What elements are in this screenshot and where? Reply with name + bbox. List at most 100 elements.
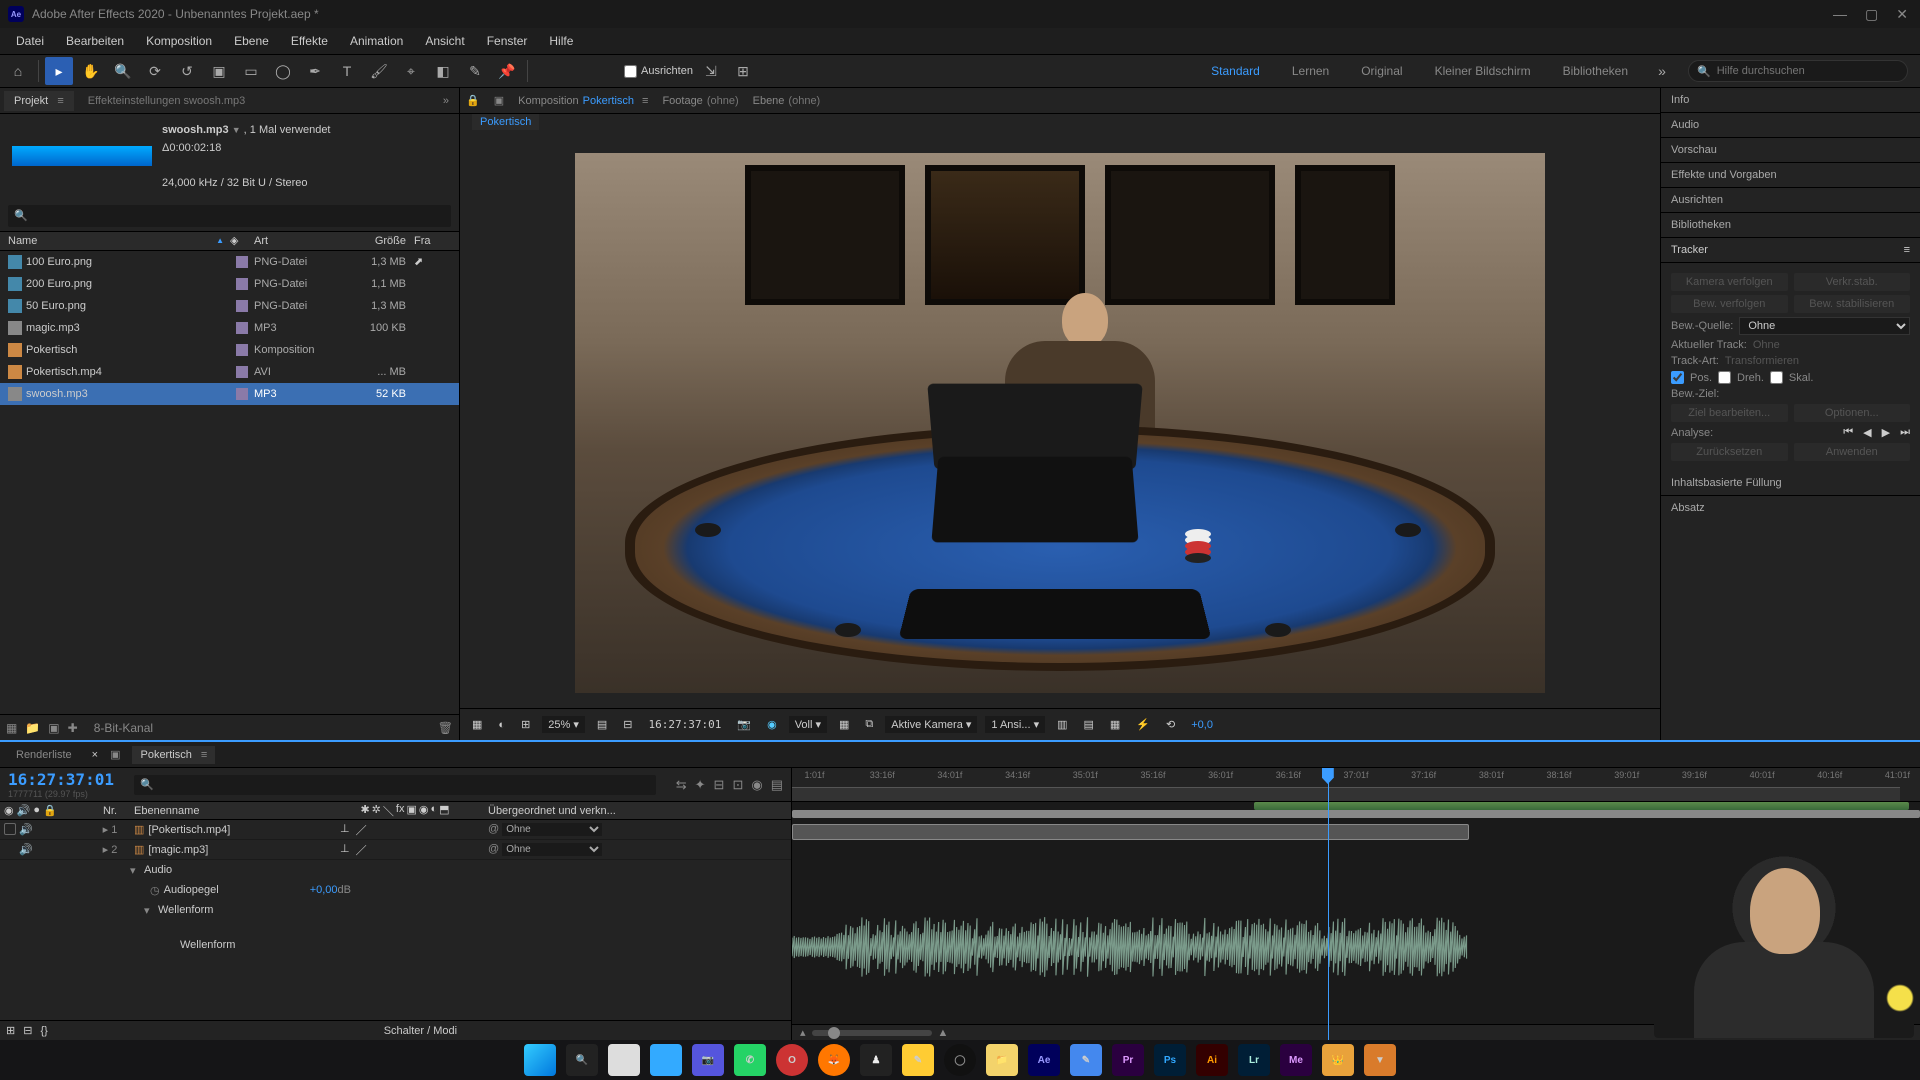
close-button[interactable]: ✕	[1896, 6, 1908, 23]
toggle-switches-icon[interactable]: ⊞	[6, 1024, 15, 1037]
frame-blend-icon[interactable]: ⊡	[732, 777, 743, 793]
audio-level-label[interactable]: Audiopegel	[164, 884, 219, 896]
twirl-icon[interactable]: ▸	[103, 824, 109, 836]
taskbar-app[interactable]: ♟	[860, 1044, 892, 1076]
zoom-tool[interactable]: 🔍	[109, 57, 137, 85]
transparency-icon[interactable]: ▦	[835, 716, 853, 733]
snap-opts-icon[interactable]: ⇲	[697, 57, 725, 85]
taskbar-photoshop[interactable]: Ps	[1154, 1044, 1186, 1076]
ruler-tick[interactable]: 36:01f	[1208, 770, 1233, 780]
tab-footage[interactable]: Footage (ohne)	[662, 95, 738, 107]
menu-ansicht[interactable]: Ansicht	[415, 30, 474, 52]
ruler-tick[interactable]: 38:16f	[1547, 770, 1572, 780]
folder-icon[interactable]: 📁	[25, 721, 40, 735]
col-label[interactable]: ◈	[230, 234, 254, 247]
taskbar-lightroom[interactable]: Lr	[1238, 1044, 1270, 1076]
ruler-tick[interactable]: 41:01f	[1885, 770, 1910, 780]
menu-animation[interactable]: Animation	[340, 30, 413, 52]
workspace-lernen[interactable]: Lernen	[1276, 58, 1345, 84]
clip-video[interactable]	[792, 810, 1920, 818]
tab-effect-controls[interactable]: Effekteinstellungen swoosh.mp3	[78, 91, 256, 111]
guides-icon[interactable]: ⊞	[517, 716, 534, 733]
toggle-in-out-icon[interactable]: {}	[40, 1025, 47, 1037]
camera-tool[interactable]: ▣	[205, 57, 233, 85]
asset-dropdown-icon[interactable]: ▼	[232, 125, 241, 135]
twirl-icon[interactable]: ▾	[144, 904, 158, 917]
home-icon[interactable]: ⌂	[4, 57, 32, 85]
project-item[interactable]: swoosh.mp3 MP352 KB	[0, 383, 459, 405]
taskbar-explorer[interactable]: 📁	[986, 1044, 1018, 1076]
panel-tracker-header[interactable]: Tracker≡	[1661, 238, 1920, 263]
motion-blur-icon[interactable]: ◉	[751, 777, 762, 793]
waveform-group[interactable]: Wellenform	[158, 904, 213, 916]
menu-hilfe[interactable]: Hilfe	[539, 30, 583, 52]
workspace-overflow-icon[interactable]: »	[1648, 57, 1676, 85]
comp-flow-icon[interactable]: ⇆	[676, 777, 687, 793]
panel-effekte-und-vorgaben[interactable]: Effekte und Vorgaben	[1661, 163, 1920, 188]
taskbar-app[interactable]	[608, 1044, 640, 1076]
eraser-tool[interactable]: ◧	[429, 57, 457, 85]
tab-render-queue[interactable]: Renderliste	[8, 746, 80, 764]
ruler-tick[interactable]: 39:01f	[1614, 770, 1639, 780]
clone-tool[interactable]: ⌖	[397, 57, 425, 85]
rect-tool[interactable]: ▭	[237, 57, 265, 85]
ruler-tick[interactable]: 34:01f	[937, 770, 962, 780]
view2-icon[interactable]: ▤	[1080, 716, 1098, 733]
ruler-tick[interactable]: 1:01f	[805, 770, 825, 780]
view1-icon[interactable]: ▥	[1053, 716, 1071, 733]
menu-fenster[interactable]: Fenster	[477, 30, 538, 52]
taskbar-after-effects[interactable]: Ae	[1028, 1044, 1060, 1076]
menu-bearbeiten[interactable]: Bearbeiten	[56, 30, 134, 52]
pickwhip-icon[interactable]: @	[488, 823, 499, 835]
taskbar-app[interactable]: ✎	[902, 1044, 934, 1076]
playhead[interactable]	[1328, 768, 1329, 1040]
trash-icon[interactable]: 🗑	[438, 721, 453, 735]
rotate-tool[interactable]: ↺	[173, 57, 201, 85]
camera-select[interactable]: Aktive Kamera ▾	[885, 716, 977, 733]
menu-datei[interactable]: Datei	[6, 30, 54, 52]
pickwhip-icon[interactable]: @	[488, 843, 499, 855]
menu-ebene[interactable]: Ebene	[224, 30, 279, 52]
res-icon[interactable]: ▤	[593, 716, 611, 733]
exposure-value[interactable]: +0,0	[1187, 717, 1217, 733]
panel-menu-icon[interactable]: ≡	[57, 95, 63, 107]
pen-tool[interactable]: ✒	[301, 57, 329, 85]
eye-icon[interactable]	[4, 823, 16, 835]
ruler-tick[interactable]: 36:16f	[1276, 770, 1301, 780]
speaker-icon[interactable]: 🔊	[19, 843, 33, 856]
snap-grid-icon[interactable]: ⊞	[729, 57, 757, 85]
layer-row[interactable]: 🔊 ▸ 1 ▥[Pokertisch.mp4] ⊥／ @ Ohne	[0, 820, 791, 840]
views-select[interactable]: 1 Ansi... ▾	[985, 716, 1045, 733]
taskbar-obs[interactable]: ◯	[944, 1044, 976, 1076]
maximize-button[interactable]: ▢	[1865, 6, 1878, 23]
stopwatch-icon[interactable]: ◷	[150, 884, 160, 897]
ellipse-tool[interactable]: ◯	[269, 57, 297, 85]
current-timecode[interactable]: 16:27:37:01	[8, 770, 114, 789]
taskbar-app[interactable]: ✎	[1070, 1044, 1102, 1076]
project-item[interactable]: 200 Euro.png PNG-Datei1,1 MB	[0, 273, 459, 295]
taskbar-search[interactable]: 🔍	[566, 1044, 598, 1076]
interpret-icon[interactable]: ▦	[6, 721, 17, 735]
draft3d-icon[interactable]: ✦	[695, 777, 706, 793]
audio-level-value[interactable]: +0,00	[310, 884, 338, 896]
roto-tool[interactable]: ✎	[461, 57, 489, 85]
parent-select[interactable]: Ohne	[502, 823, 602, 836]
project-item[interactable]: 50 Euro.png PNG-Datei1,3 MB	[0, 295, 459, 317]
taskbar-media-encoder[interactable]: Me	[1280, 1044, 1312, 1076]
clip-audio[interactable]	[792, 824, 1469, 840]
audio-group[interactable]: Audio	[144, 864, 172, 876]
graph-icon[interactable]: ▤	[771, 777, 783, 793]
col-fr[interactable]: Fra	[414, 235, 459, 247]
mask-icon[interactable]: ◐	[494, 717, 509, 733]
hand-tool[interactable]: ✋	[77, 57, 105, 85]
ruler-tick[interactable]: 40:01f	[1750, 770, 1775, 780]
snap-checkbox[interactable]	[624, 65, 637, 78]
ruler-tick[interactable]: 37:16f	[1411, 770, 1436, 780]
tab-project[interactable]: Projekt ≡	[4, 91, 74, 111]
taskbar-opera[interactable]: O	[776, 1044, 808, 1076]
panel-vorschau[interactable]: Vorschau	[1661, 138, 1920, 163]
fast-preview-icon[interactable]: ⚡	[1132, 716, 1154, 733]
workspace-bibliotheken[interactable]: Bibliotheken	[1547, 58, 1644, 84]
workspace-standard[interactable]: Standard	[1195, 58, 1276, 84]
menu-komposition[interactable]: Komposition	[136, 30, 222, 52]
